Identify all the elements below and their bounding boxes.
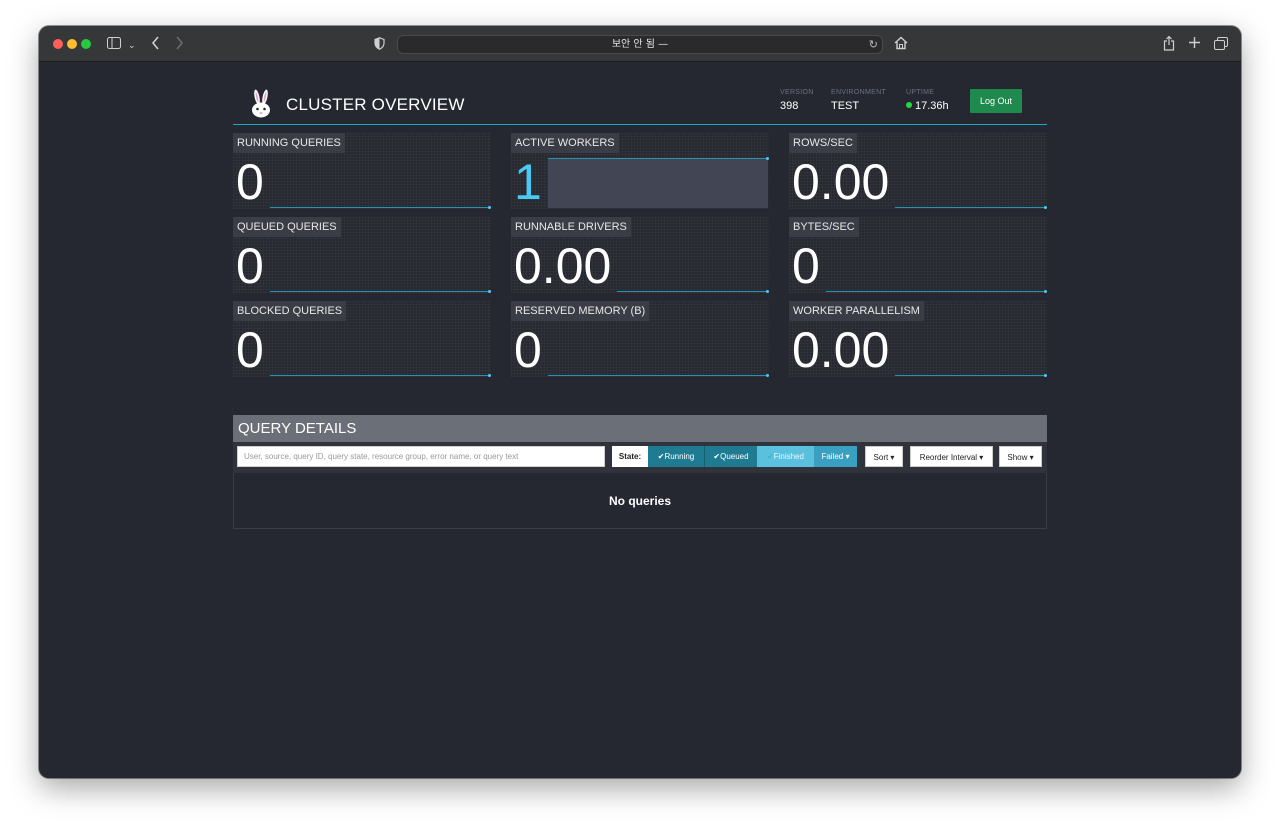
sparkline [548, 157, 769, 160]
filter-finished-label: Finished [773, 452, 804, 461]
show-dropdown[interactable]: Show ▾ [999, 446, 1042, 467]
sparkline [617, 290, 769, 293]
tile-label: RUNNING QUERIES [233, 133, 345, 153]
query-toolbar: User, source, query ID, query state, res… [233, 442, 1047, 473]
tile-label: ACTIVE WORKERS [511, 133, 619, 153]
tile-running-queries: RUNNING QUERIES 0 [233, 133, 491, 209]
sparkline [895, 206, 1047, 209]
minimize-window-button[interactable] [67, 39, 77, 49]
tile-runnable-drivers: RUNNABLE DRIVERS 0.00 [511, 217, 769, 293]
query-details-title: QUERY DETAILS [233, 415, 1047, 442]
state-label: State: [612, 446, 648, 467]
caret-down-icon: ▾ [1027, 453, 1034, 462]
sparkline [270, 206, 491, 209]
reorder-interval-label: Reorder Interval [919, 453, 978, 462]
tile-value: 0.00 [792, 322, 890, 378]
tile-label: RUNNABLE DRIVERS [511, 217, 631, 237]
browser-window: ⌄ 보안 안 됨 — ↻ CLUSTER OVERVIEW VERSION 39… [39, 26, 1241, 778]
filter-queued-label: Queued [720, 452, 749, 461]
uptime-status-dot-icon [906, 102, 912, 108]
tile-label: WORKER PARALLELISM [789, 301, 924, 321]
sort-dropdown[interactable]: Sort ▾ [865, 446, 903, 467]
tile-queued-queries: QUEUED QUERIES 0 [233, 217, 491, 293]
tile-bytes-per-sec: BYTES/SEC 0 [789, 217, 1047, 293]
zoom-window-button[interactable] [81, 39, 91, 49]
tile-reserved-memory: RESERVED MEMORY (B) 0 [511, 301, 769, 377]
tile-value: 0 [236, 322, 264, 378]
sparkline-fill [548, 158, 768, 208]
version-label: VERSION [780, 89, 814, 96]
share-icon[interactable] [1163, 36, 1175, 51]
filter-finished-button[interactable]: ✔Finished [757, 446, 814, 467]
tile-rows-per-sec: ROWS/SEC 0.00 [789, 133, 1047, 209]
uptime-value: 17.36h [915, 100, 949, 112]
page-content: CLUSTER OVERVIEW VERSION 398 ENVIRONMENT… [39, 62, 1241, 778]
forward-icon[interactable] [175, 36, 184, 50]
caret-down-icon: ▾ [888, 453, 895, 462]
no-queries-message: No queries [233, 473, 1047, 529]
tile-value: 0.00 [792, 154, 890, 210]
tile-value: 0 [792, 238, 820, 294]
tile-active-workers: ACTIVE WORKERS 1 [511, 133, 769, 209]
address-bar[interactable]: 보안 안 됨 — ↻ [397, 35, 883, 54]
filter-running-label: Running [664, 452, 695, 461]
browser-titlebar: ⌄ 보안 안 됨 — ↻ [39, 26, 1241, 62]
environment-block: ENVIRONMENT TEST [831, 89, 886, 112]
filter-running-button[interactable]: ✔Running [648, 446, 704, 467]
home-icon[interactable] [894, 36, 908, 50]
sidebar-icon[interactable] [107, 37, 121, 49]
sparkline [895, 374, 1047, 377]
tile-value: 1 [514, 154, 542, 210]
environment-value: TEST [831, 100, 860, 112]
version-block: VERSION 398 [780, 89, 814, 112]
tile-worker-parallelism: WORKER PARALLELISM 0.00 [789, 301, 1047, 377]
tile-value: 0 [236, 154, 264, 210]
page-title: CLUSTER OVERVIEW [286, 95, 465, 114]
page-header: CLUSTER OVERVIEW VERSION 398 ENVIRONMENT… [233, 86, 1047, 125]
check-icon: ✔ [767, 452, 774, 461]
address-text: 보안 안 됨 — [611, 39, 669, 50]
tile-value: 0 [236, 238, 264, 294]
filter-failed-dropdown[interactable]: Failed ▾ [814, 446, 857, 467]
environment-label: ENVIRONMENT [831, 89, 887, 96]
plus-icon[interactable] [1188, 36, 1201, 49]
bunny-logo-icon [249, 89, 273, 124]
reorder-interval-dropdown[interactable]: Reorder Interval ▾ [910, 446, 993, 467]
sparkline [548, 374, 769, 377]
filter-failed-label: Failed [821, 452, 844, 461]
logout-button[interactable]: Log Out [970, 89, 1022, 113]
reload-icon[interactable]: ↻ [869, 36, 878, 53]
shield-icon [374, 37, 385, 50]
caret-down-icon: ▾ [843, 452, 850, 461]
tile-label: ROWS/SEC [789, 133, 857, 153]
show-label: Show [1007, 453, 1028, 462]
uptime-block: UPTIME 17.36h [906, 89, 949, 112]
caret-down-icon: ▾ [977, 453, 984, 462]
sparkline [270, 374, 491, 377]
sparkline [826, 290, 1047, 293]
tile-label: QUEUED QUERIES [233, 217, 341, 237]
filter-queued-button[interactable]: ✔Queued [704, 446, 757, 467]
sparkline [270, 290, 491, 293]
close-window-button[interactable] [53, 39, 63, 49]
version-value: 398 [780, 100, 799, 112]
tile-value: 0 [514, 322, 542, 378]
chevron-down-icon[interactable]: ⌄ [128, 38, 136, 52]
tile-blocked-queries: BLOCKED QUERIES 0 [233, 301, 491, 377]
tile-value: 0.00 [514, 238, 612, 294]
uptime-label: UPTIME [906, 89, 935, 96]
sort-label: Sort [873, 453, 889, 462]
tile-label: RESERVED MEMORY (B) [511, 301, 650, 321]
tile-label: BYTES/SEC [789, 217, 859, 237]
tabs-icon[interactable] [1214, 37, 1228, 50]
query-search-input[interactable]: User, source, query ID, query state, res… [237, 446, 605, 467]
back-icon[interactable] [151, 36, 160, 50]
tile-label: BLOCKED QUERIES [233, 301, 347, 321]
